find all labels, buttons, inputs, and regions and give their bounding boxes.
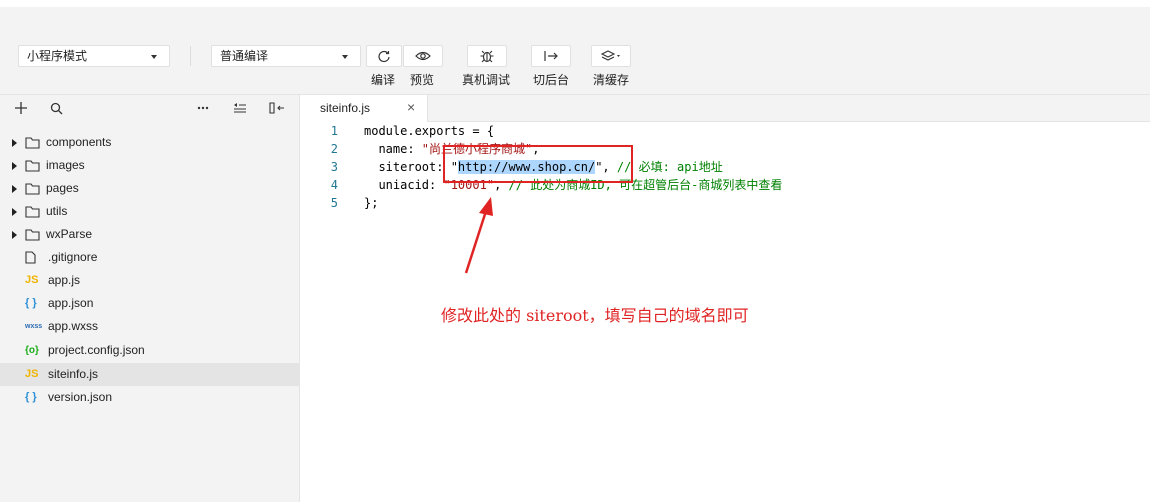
- chevron-down-icon: [342, 55, 348, 59]
- mode-select-value: 小程序模式: [27, 49, 88, 63]
- folder-icon: [25, 154, 40, 177]
- title-strip: [0, 0, 1150, 7]
- mode-select[interactable]: 小程序模式: [18, 45, 170, 67]
- preview-label: 预览: [410, 73, 435, 87]
- chevron-right-icon[interactable]: [12, 139, 17, 147]
- tree-item-label: wxParse: [46, 227, 93, 241]
- line-number: 5: [330, 196, 338, 210]
- code-text: module.exports = {: [364, 124, 495, 138]
- tree-folder[interactable]: utils: [0, 200, 299, 223]
- top-toolbar: 小程序模式 普通编译 编译 预览 真机调试 切后台 清缓存: [0, 0, 1150, 95]
- refresh-icon: [378, 51, 390, 63]
- tree-file[interactable]: { } app.json: [0, 292, 299, 315]
- config-file-icon: {o}: [25, 345, 39, 356]
- tree-file[interactable]: {o} project.config.json: [0, 339, 299, 362]
- explorer-toolbar: [0, 95, 299, 121]
- line-number: 3: [330, 160, 338, 174]
- more-icon[interactable]: [194, 99, 212, 117]
- tree-item-label: siteinfo.js: [48, 367, 99, 381]
- compile-select[interactable]: 普通编译: [211, 45, 361, 67]
- chevron-right-icon[interactable]: [12, 162, 17, 170]
- folder-icon: [25, 200, 40, 223]
- tree-item-label: app.js: [48, 273, 81, 287]
- annotation-text: 修改此处的 siteroot，填写自己的域名即可: [441, 306, 749, 325]
- highlight-box: [443, 145, 633, 183]
- tree-file[interactable]: JS siteinfo.js: [0, 363, 299, 386]
- chevron-right-icon[interactable]: [12, 185, 17, 193]
- js-file-icon: JS: [25, 368, 39, 380]
- tree-file[interactable]: wxss app.wxss: [0, 315, 299, 338]
- search-icon[interactable]: [47, 99, 65, 117]
- real-device-debug-label: 真机调试: [462, 73, 511, 87]
- json-file-icon: { }: [25, 297, 37, 309]
- file-icon: [25, 246, 36, 269]
- folder-icon: [25, 131, 40, 154]
- switch-background-button[interactable]: [531, 45, 571, 67]
- tab-label: siteinfo.js: [320, 101, 371, 115]
- real-device-debug-button[interactable]: [467, 45, 507, 67]
- eye-icon: [415, 51, 431, 61]
- folder-icon: [25, 177, 40, 200]
- clear-cache-button[interactable]: [591, 45, 631, 67]
- switch-background-label: 切后台: [533, 73, 570, 87]
- switch-icon: [544, 51, 558, 61]
- close-icon[interactable]: ×: [407, 99, 415, 115]
- chevron-down-icon: [151, 55, 157, 59]
- tree-item-label: components: [46, 135, 112, 149]
- annotation-arrow-icon: [464, 197, 493, 274]
- json-file-icon: { }: [25, 391, 37, 403]
- line-number: 2: [330, 142, 338, 156]
- line-number: 4: [330, 178, 338, 192]
- editor-tabbar: siteinfo.js ×: [300, 95, 1150, 122]
- tree-item-label: version.json: [48, 390, 113, 404]
- tree-item-label: .gitignore: [48, 250, 98, 264]
- tree-file[interactable]: JS app.js: [0, 269, 299, 292]
- preview-button[interactable]: [403, 45, 443, 67]
- clear-cache-label: 清缓存: [593, 73, 630, 87]
- tree-item-label: pages: [46, 181, 79, 195]
- compile-select-value: 普通编译: [220, 49, 269, 63]
- add-icon[interactable]: [12, 99, 30, 117]
- tree-file[interactable]: .gitignore: [0, 246, 299, 269]
- compile-label: 编译: [371, 73, 396, 87]
- code-text: };: [364, 196, 379, 210]
- tree-folder[interactable]: images: [0, 154, 299, 177]
- tab-siteinfo-js[interactable]: siteinfo.js ×: [300, 95, 428, 122]
- wxss-file-icon: wxss: [25, 323, 43, 330]
- layers-icon: [600, 50, 620, 61]
- chevron-right-icon[interactable]: [12, 231, 17, 239]
- compile-button[interactable]: [366, 45, 402, 67]
- tree-item-label: images: [46, 158, 85, 172]
- tree-item-label: project.config.json: [48, 343, 145, 357]
- toolbar-divider: [190, 46, 191, 66]
- js-file-icon: JS: [25, 274, 39, 286]
- tree-folder[interactable]: pages: [0, 177, 299, 200]
- collapse-icon[interactable]: [231, 99, 249, 117]
- chevron-right-icon[interactable]: [12, 208, 17, 216]
- folder-icon: [25, 223, 40, 246]
- tree-file[interactable]: { } version.json: [0, 386, 299, 409]
- bug-icon: [480, 50, 494, 63]
- tree-folder[interactable]: wxParse: [0, 223, 299, 246]
- file-explorer: components images pages utils wxParse .gitign…: [0, 95, 300, 502]
- code-editor: siteinfo.js × 1 module.exports = {2 name:…: [300, 95, 1150, 502]
- tree-item-label: utils: [46, 204, 68, 218]
- tree-item-label: app.json: [48, 296, 94, 310]
- line-number: 1: [330, 124, 338, 138]
- tree-folder[interactable]: components: [0, 131, 299, 154]
- split-icon[interactable]: [268, 99, 286, 117]
- tree-item-label: app.wxss: [48, 319, 99, 333]
